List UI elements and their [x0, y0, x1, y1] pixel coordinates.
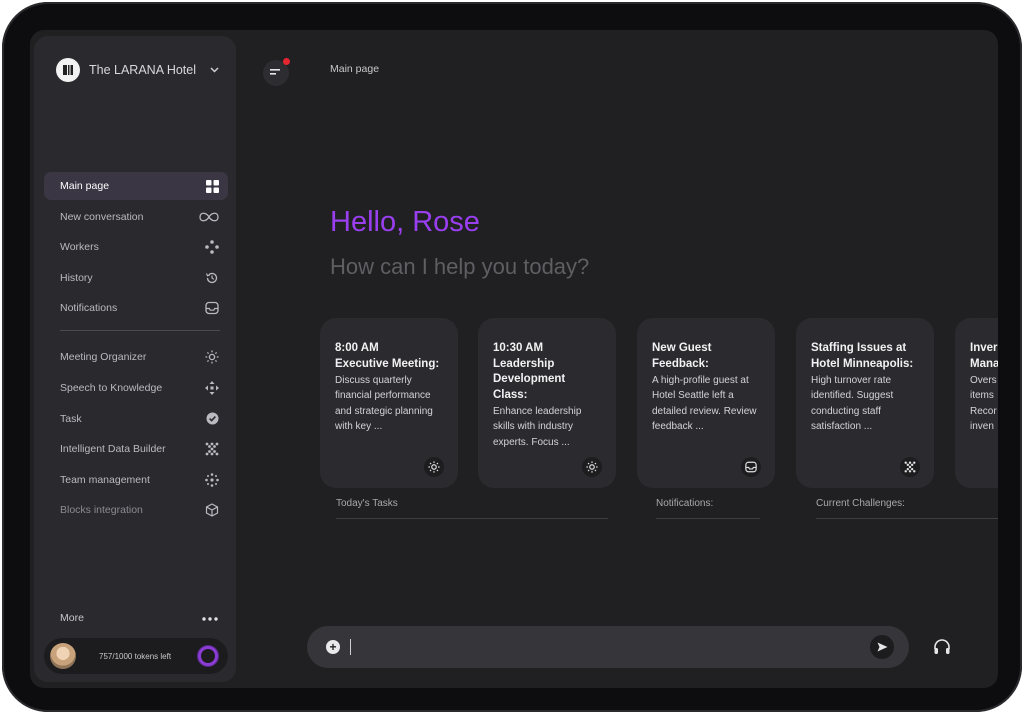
more-label: More: [60, 612, 84, 624]
card-title: 8:00 AM Executive Meeting:: [335, 342, 440, 370]
chat-bar: +: [307, 626, 909, 668]
tablet-frame: The LARANA Hotel Main page New conversat…: [2, 2, 1022, 712]
sun-icon: [204, 349, 220, 365]
card-title: 10:30 AM Leadership Development Class:: [493, 342, 566, 401]
inbox-icon: [741, 457, 761, 477]
card-title: Inver Mana: [970, 342, 998, 370]
task-card-executive-meeting[interactable]: 8:00 AM Executive Meeting: Discuss quart…: [320, 318, 458, 488]
card-body: Discuss quarterly financial performance …: [335, 375, 433, 433]
more-menu[interactable]: More: [60, 612, 218, 624]
sidebar: The LARANA Hotel Main page New conversat…: [34, 36, 236, 682]
send-button[interactable]: [870, 635, 894, 659]
cube-icon: [204, 502, 220, 518]
chat-input[interactable]: [350, 639, 870, 655]
sidebar-item-main-page[interactable]: Main page: [44, 172, 228, 200]
card-body: Enhance leadership skills with industry …: [493, 406, 582, 448]
sidebar-item-label: Meeting Organizer: [60, 351, 147, 364]
add-attachment-button[interactable]: +: [326, 640, 340, 654]
hotel-name: The LARANA Hotel: [89, 63, 196, 77]
sidebar-divider: [60, 330, 220, 332]
challenge-card-inventory[interactable]: Inver Mana Overs items Recor inven: [955, 318, 998, 488]
data-builder-icon: [204, 441, 220, 457]
sidebar-item-label: History: [60, 271, 93, 284]
notification-dot: [283, 58, 290, 65]
card-body: High turnover rate identified. Suggest c…: [811, 375, 894, 433]
breadcrumb: Main page: [330, 63, 380, 75]
card-body: A high-profile guest at Hotel Seattle le…: [652, 375, 757, 433]
sun-icon: [582, 457, 602, 477]
token-progress-ring: [198, 646, 218, 666]
sidebar-item-speech-to-knowledge[interactable]: Speech to Knowledge: [44, 374, 228, 402]
token-usage: 757/1000 tokens left: [44, 638, 228, 674]
sidebar-item-label: Main page: [60, 180, 110, 192]
section-label-todays-tasks: Today's Tasks: [336, 498, 608, 519]
card-body: Overs items Recor inven: [970, 375, 997, 433]
send-icon: [877, 642, 887, 652]
suggestion-cards: 8:00 AM Executive Meeting: Discuss quart…: [320, 318, 998, 488]
task-card-leadership-class[interactable]: 10:30 AM Leadership Development Class: E…: [478, 318, 616, 488]
avatar[interactable]: [50, 643, 76, 669]
sidebar-item-label: New conversation: [60, 210, 144, 223]
card-title: Staffing Issues at Hotel Minneapolis:: [811, 342, 914, 370]
inbox-icon: [204, 300, 220, 316]
grid-icon: [204, 178, 220, 194]
sidebar-item-blocks-integration[interactable]: Blocks integration: [44, 496, 228, 524]
voice-headset-button[interactable]: [932, 637, 952, 657]
sidebar-item-workers[interactable]: Workers: [44, 233, 228, 261]
tokens-left-text: 757/1000 tokens left: [99, 651, 172, 661]
notification-card-guest-feedback[interactable]: New Guest Feedback: A high-profile guest…: [637, 318, 775, 488]
hotel-logo-icon: [56, 58, 80, 82]
infinity-icon: [198, 209, 220, 225]
sidebar-item-label: Intelligent Data Builder: [60, 443, 166, 456]
sidebar-item-label: Workers: [60, 241, 99, 254]
sidebar-item-task[interactable]: Task: [44, 405, 228, 433]
section-label-current-challenges: Current Challenges:: [816, 498, 998, 519]
headset-icon: [934, 639, 950, 654]
sidebar-item-team-management[interactable]: Team management: [44, 466, 228, 494]
sidebar-item-history[interactable]: History: [44, 264, 228, 292]
sidebar-item-label: Blocks integration: [60, 504, 143, 517]
check-circle-icon: [204, 411, 220, 427]
sidebar-item-label: Notifications: [60, 302, 118, 315]
sidebar-item-label: Task: [60, 412, 82, 425]
app-screen: The LARANA Hotel Main page New conversat…: [30, 30, 998, 688]
challenge-card-staffing-issues[interactable]: Staffing Issues at Hotel Minneapolis: Hi…: [796, 318, 934, 488]
move-icon: [204, 380, 220, 396]
sidebar-item-meeting-organizer[interactable]: Meeting Organizer: [44, 343, 228, 371]
sidebar-item-intelligent-data-builder[interactable]: Intelligent Data Builder: [44, 435, 228, 463]
more-dots-icon[interactable]: [202, 612, 218, 624]
chevron-down-icon: [210, 65, 219, 76]
history-icon: [204, 270, 220, 286]
sidebar-item-new-conversation[interactable]: New conversation: [44, 203, 228, 231]
section-label-notifications: Notifications:: [656, 498, 760, 519]
sidebar-item-label: Team management: [60, 473, 150, 486]
menu-toggle-button[interactable]: [263, 58, 290, 86]
sun-icon: [424, 457, 444, 477]
data-builder-icon: [900, 457, 920, 477]
workers-icon: [204, 239, 220, 255]
greeting-title: Hello, Rose: [330, 206, 480, 238]
sidebar-nav: Main page New conversation Workers Histo…: [44, 172, 228, 527]
team-icon: [204, 472, 220, 488]
greeting-subtitle: How can I help you today?: [330, 254, 590, 279]
card-title: New Guest Feedback:: [652, 342, 712, 370]
hotel-selector[interactable]: The LARANA Hotel: [56, 58, 219, 82]
sidebar-item-label: Speech to Knowledge: [60, 381, 163, 394]
sidebar-item-notifications[interactable]: Notifications: [44, 294, 228, 322]
